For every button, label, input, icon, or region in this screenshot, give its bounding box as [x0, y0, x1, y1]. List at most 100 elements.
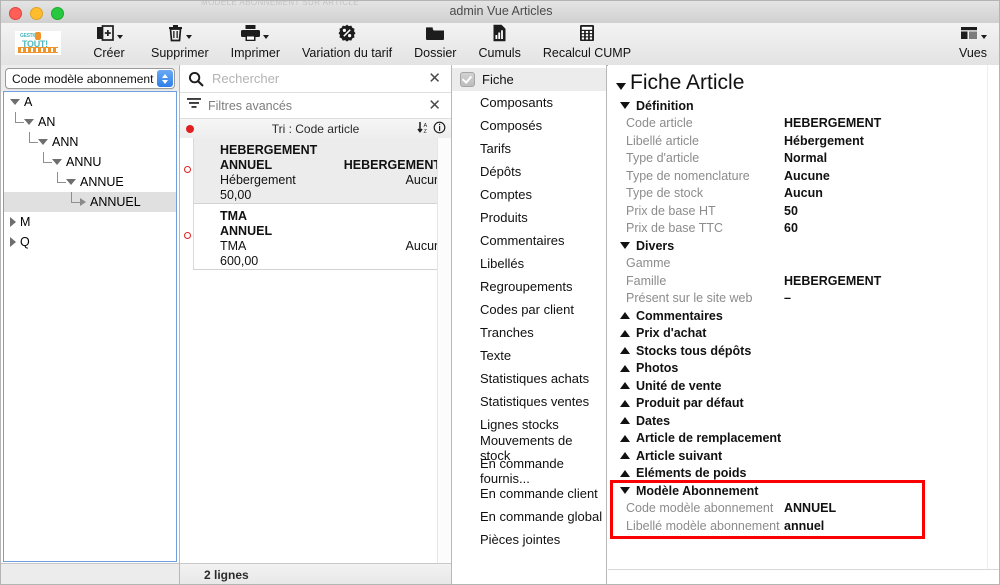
clear-search-icon[interactable]: ✕: [426, 71, 443, 86]
tree-node-m[interactable]: M: [4, 212, 176, 232]
tree-disclosure-icon[interactable]: [80, 198, 86, 206]
variation-du-tarif-button[interactable]: Variation du tarif: [302, 23, 392, 60]
tree-disclosure-icon[interactable]: [10, 237, 16, 247]
detail-scrollbar[interactable]: [987, 65, 999, 584]
list-item[interactable]: HEBERGEMENT ANNUEL HEBERGEMENT Hébergement A…: [184, 138, 451, 204]
checkbox-icon[interactable]: [460, 72, 475, 87]
nav-item-tarifs[interactable]: Tarifs: [452, 137, 606, 160]
info-icon[interactable]: [433, 121, 446, 137]
disclosure-triangle-icon[interactable]: [620, 347, 630, 355]
section-header-prix-d-achat[interactable]: Prix d'achat: [608, 325, 999, 343]
detail-title-row[interactable]: Fiche Article: [608, 65, 999, 97]
field-label: Famille: [626, 273, 667, 288]
tree-disclosure-icon[interactable]: [24, 119, 34, 125]
disclosure-triangle-icon[interactable]: [620, 434, 630, 442]
section-header-divers[interactable]: Divers: [608, 237, 999, 255]
tree-node-annu[interactable]: ANNU: [4, 152, 176, 172]
section-header-photos[interactable]: Photos: [608, 360, 999, 378]
disclosure-triangle-icon[interactable]: [620, 469, 630, 477]
nav-item-pi-ces-jointes[interactable]: Pièces jointes: [452, 528, 606, 551]
section-header-article-de-remplacement[interactable]: Article de remplacement: [608, 430, 999, 448]
disclosure-triangle-icon[interactable]: [620, 417, 630, 425]
disclosure-triangle-icon[interactable]: [620, 364, 630, 372]
nav-item-comptes[interactable]: Comptes: [452, 183, 606, 206]
tree-disclosure-icon[interactable]: [10, 99, 20, 105]
nav-item-statistiques-achats[interactable]: Statistiques achats: [452, 367, 606, 390]
search-input[interactable]: [206, 70, 427, 87]
field-label: Code article: [626, 116, 693, 131]
disclosure-triangle-icon[interactable]: [620, 312, 630, 320]
list-item[interactable]: TMA ANNUEL TMA Aucun 600,00: [184, 204, 451, 270]
nav-item-en-commande-global[interactable]: En commande global: [452, 505, 606, 528]
section-header-stocks-tous-d-p-ts[interactable]: Stocks tous dépôts: [608, 342, 999, 360]
section-header-unit-de-vente[interactable]: Unité de vente: [608, 377, 999, 395]
disclosure-triangle-icon[interactable]: [620, 399, 630, 407]
dossier-button[interactable]: Dossier: [414, 23, 456, 60]
supprimer-button[interactable]: Supprimer: [151, 23, 209, 60]
recalcul-cump-button[interactable]: Recalcul CUMP: [543, 23, 631, 60]
tree-node-ann[interactable]: ANN: [4, 132, 176, 152]
nav-item-compos-s[interactable]: Composés: [452, 114, 606, 137]
field-value: HEBERGEMENT: [784, 273, 882, 288]
section-nav-pane[interactable]: Fiche Composants Composés Tarifs Dépôts Compt…: [452, 65, 607, 584]
chevron-down-icon: [263, 35, 270, 39]
list-scrollbar[interactable]: [437, 138, 451, 564]
tree-node-annuel[interactable]: ANNUEL: [4, 192, 176, 212]
stepper-icon[interactable]: [157, 70, 173, 87]
tree-node-a[interactable]: A: [4, 92, 176, 112]
disclosure-triangle-icon[interactable]: [616, 82, 626, 90]
tree-disclosure-icon[interactable]: [10, 217, 16, 227]
item-code: HEBERGEMENT: [220, 143, 318, 157]
nav-item-commentaires[interactable]: Commentaires: [452, 229, 606, 252]
tree-disclosure-icon[interactable]: [66, 179, 76, 185]
nav-item-composants[interactable]: Composants: [452, 91, 606, 114]
advanced-filters-bar[interactable]: Filtres avancés ✕: [180, 93, 451, 119]
cumuls-button[interactable]: Cumuls: [478, 23, 521, 60]
sort-controls[interactable]: AZ: [417, 121, 446, 137]
nav-item-texte[interactable]: Texte: [452, 344, 606, 367]
section-header-d-finition[interactable]: Définition: [608, 97, 999, 115]
cr-er-button[interactable]: Créer: [89, 23, 129, 60]
nav-item-en-commande-fournis[interactable]: En commande fournis...: [452, 456, 606, 486]
disclosure-triangle-icon[interactable]: [620, 102, 630, 110]
sort-bar[interactable]: Tri : Code article AZ: [180, 119, 451, 140]
logo-icon: GESTION TOUT!: [15, 31, 61, 55]
article-list[interactable]: HEBERGEMENT ANNUEL HEBERGEMENT Hébergement A…: [180, 138, 451, 564]
nav-item-tranches[interactable]: Tranches: [452, 321, 606, 344]
search-bar[interactable]: ✕: [180, 65, 451, 93]
item-right-top: HEBERGEMENT: [343, 158, 441, 172]
nav-item-libell-s[interactable]: Libellés: [452, 252, 606, 275]
section-header-commentaires[interactable]: Commentaires: [608, 307, 999, 325]
sort-descending-icon[interactable]: AZ: [417, 121, 430, 137]
nav-item-en-commande-client[interactable]: En commande client: [452, 482, 606, 505]
disclosure-triangle-icon[interactable]: [620, 452, 630, 460]
section-header-article-suivant[interactable]: Article suivant: [608, 447, 999, 465]
section-header-dates[interactable]: Dates: [608, 412, 999, 430]
disclosure-triangle-icon[interactable]: [620, 329, 630, 337]
field-label: Prix de base TTC: [626, 221, 724, 236]
clear-filters-icon[interactable]: ✕: [426, 98, 443, 113]
nav-item-regroupements[interactable]: Regroupements: [452, 275, 606, 298]
tree-view[interactable]: A AN ANN ANNU ANNUE ANNUEL M Q: [3, 91, 177, 562]
views-button[interactable]: Vues: [953, 23, 993, 60]
field-row: Gamme: [608, 255, 999, 273]
toolbar-item-label: Créer: [93, 46, 125, 60]
nav-item-label: En commande global: [480, 509, 603, 524]
tree-disclosure-icon[interactable]: [38, 139, 48, 145]
application-window: MODELE ABONNEMENT SUR ARTICLE admin Vue …: [0, 0, 1000, 585]
tree-node-annue[interactable]: ANNUE: [4, 172, 176, 192]
nav-item-produits[interactable]: Produits: [452, 206, 606, 229]
nav-item-fiche[interactable]: Fiche: [452, 68, 606, 91]
disclosure-triangle-icon[interactable]: [620, 382, 630, 390]
tree-node-an[interactable]: AN: [4, 112, 176, 132]
tree-node-q[interactable]: Q: [4, 232, 176, 252]
nav-item-statistiques-ventes[interactable]: Statistiques ventes: [452, 390, 606, 413]
nav-item-d-p-ts[interactable]: Dépôts: [452, 160, 606, 183]
imprimer-button[interactable]: Imprimer: [231, 23, 280, 60]
section-header-produit-par-d-faut[interactable]: Produit par défaut: [608, 395, 999, 413]
section-title: Eléments de poids: [636, 466, 747, 481]
disclosure-triangle-icon[interactable]: [620, 242, 630, 250]
tree-field-selector[interactable]: Code modèle abonnement: [5, 68, 175, 89]
tree-disclosure-icon[interactable]: [52, 159, 62, 165]
nav-item-codes-par-client[interactable]: Codes par client: [452, 298, 606, 321]
